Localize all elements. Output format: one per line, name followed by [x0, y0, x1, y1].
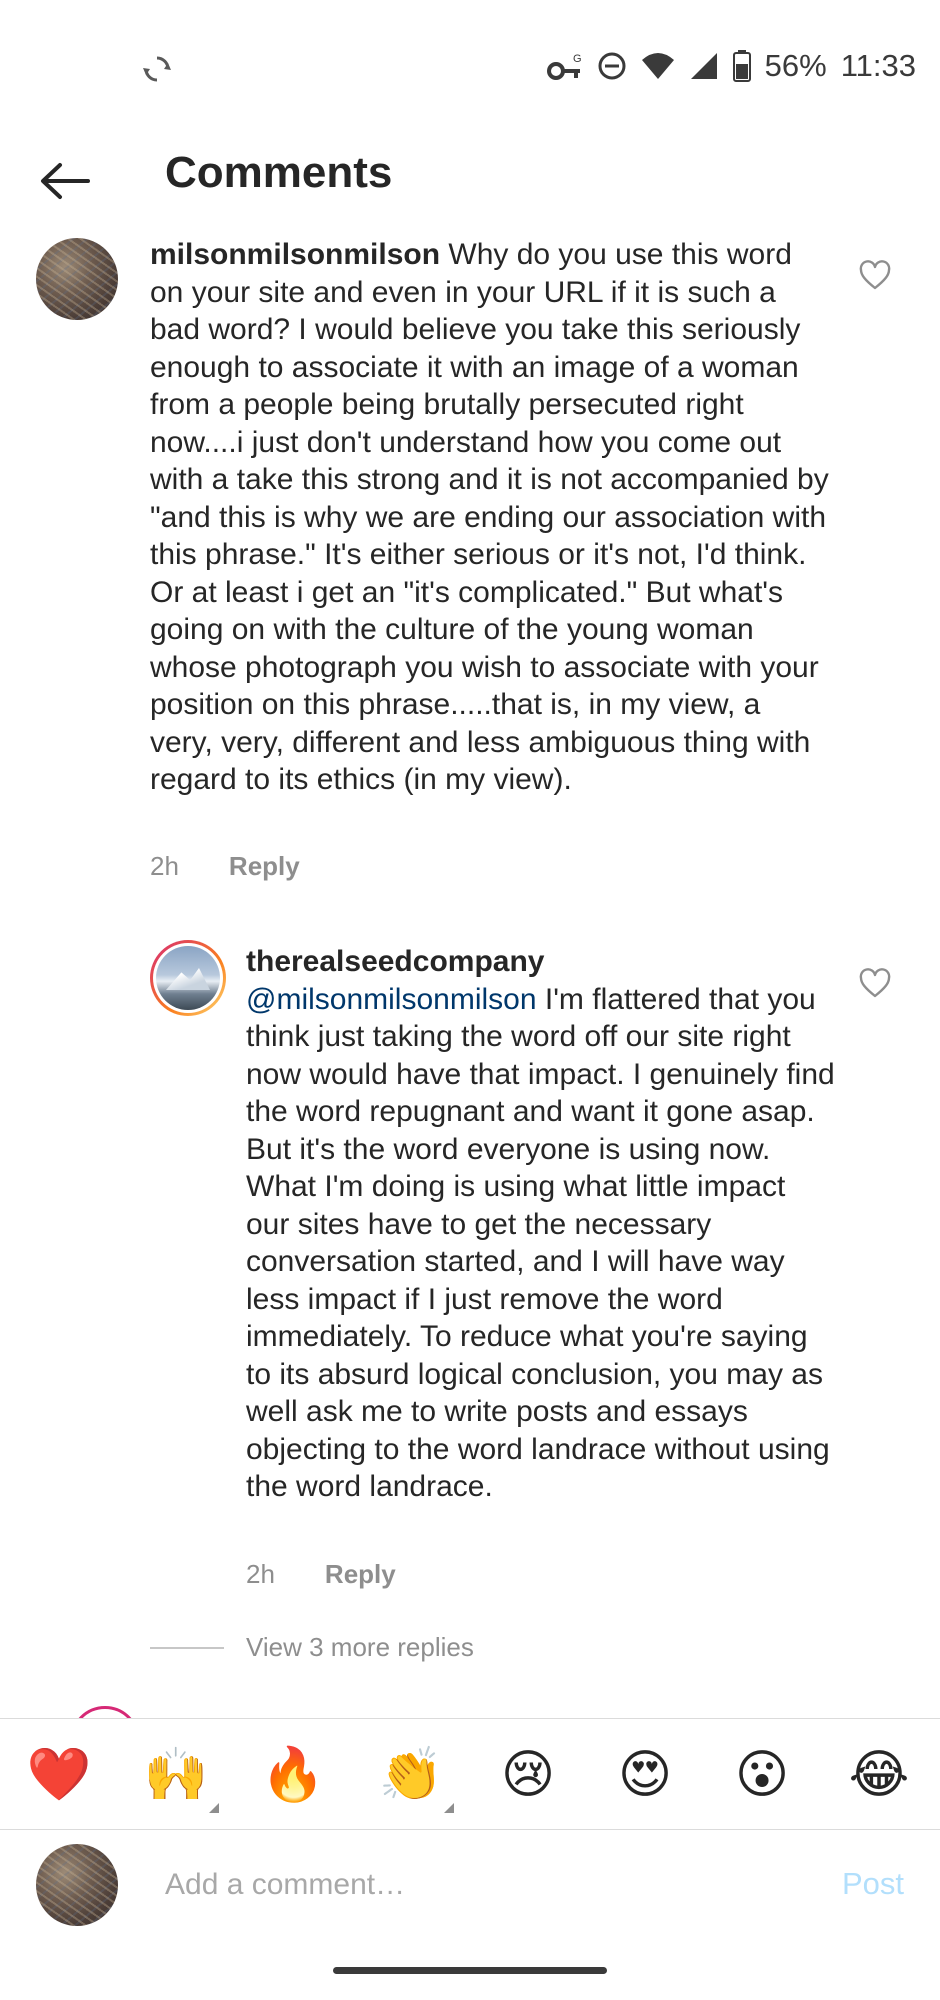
- arrow-left-icon: [41, 163, 90, 199]
- fire-emoji[interactable]: 🔥: [260, 1745, 326, 1805]
- divider: [150, 1646, 224, 1649]
- svg-text:G: G: [573, 53, 582, 65]
- comment-timestamp: 2h: [150, 851, 179, 881]
- comment-content: I'm flattered that you think just taking…: [246, 982, 835, 1504]
- comment-username[interactable]: therealseedcompany: [246, 945, 544, 978]
- reply-button[interactable]: Reply: [229, 851, 300, 882]
- battery-percent: 56%: [764, 48, 827, 83]
- comment-text: therealseedcompany @milsonmilsonmilson I…: [246, 943, 836, 1506]
- view-more-replies-label: View 3 more replies: [246, 1632, 474, 1662]
- back-button[interactable]: [30, 146, 100, 216]
- comments-header: Comments: [0, 130, 940, 230]
- do-not-disturb-icon: [598, 52, 626, 80]
- battery-icon: [732, 50, 751, 82]
- comment-meta: 2h Reply: [246, 1559, 396, 1590]
- comment-meta: 2h Reply: [150, 851, 300, 882]
- view-more-replies[interactable]: View 3 more replies: [150, 1632, 474, 1663]
- clock-time: 11:33: [840, 48, 916, 83]
- heart-eyes-emoji[interactable]: 😍: [612, 1745, 678, 1805]
- page-title: Comments: [165, 148, 393, 197]
- heart-outline-icon[interactable]: [859, 968, 891, 1000]
- avatar: [36, 1844, 118, 1926]
- cell-signal-icon: [690, 53, 717, 79]
- reply-button[interactable]: Reply: [325, 1559, 396, 1590]
- comment-composer: Post: [0, 1830, 940, 1940]
- status-icons: G 56% 11:33: [546, 48, 916, 84]
- sync-icon: [143, 56, 171, 82]
- emoji-quick-reactions: ❤️ 🙌 🔥 👏 😢 😍 😮 😂: [0, 1718, 940, 1830]
- comment-text: milsonmilsonmilson Why do you use this w…: [150, 236, 830, 799]
- comment-content: Why do you use this word on your site an…: [150, 238, 829, 796]
- clapping-hands-emoji[interactable]: 👏: [378, 1745, 454, 1813]
- comment-input[interactable]: [165, 1860, 805, 1910]
- red-heart-emoji[interactable]: ❤️: [26, 1745, 92, 1805]
- tears-of-joy-emoji[interactable]: 😂: [846, 1745, 912, 1805]
- comment-mention[interactable]: @milsonmilsonmilson: [246, 983, 537, 1016]
- crying-face-emoji[interactable]: 😢: [495, 1745, 561, 1805]
- raising-hands-emoji[interactable]: 🙌: [143, 1745, 219, 1813]
- comment-username[interactable]: milsonmilsonmilson: [150, 238, 440, 271]
- avatar[interactable]: [150, 940, 226, 1016]
- heart-outline-icon[interactable]: [859, 260, 891, 292]
- post-button[interactable]: Post: [842, 1866, 904, 1902]
- home-indicator[interactable]: [333, 1967, 607, 1974]
- status-bar: G 56% 11:33: [0, 0, 940, 140]
- astonished-face-emoji[interactable]: 😮: [729, 1745, 795, 1805]
- vpn-key-icon: G: [546, 53, 582, 80]
- comment-timestamp: 2h: [246, 1559, 275, 1589]
- avatar[interactable]: [36, 238, 118, 320]
- wifi-icon: [641, 53, 674, 79]
